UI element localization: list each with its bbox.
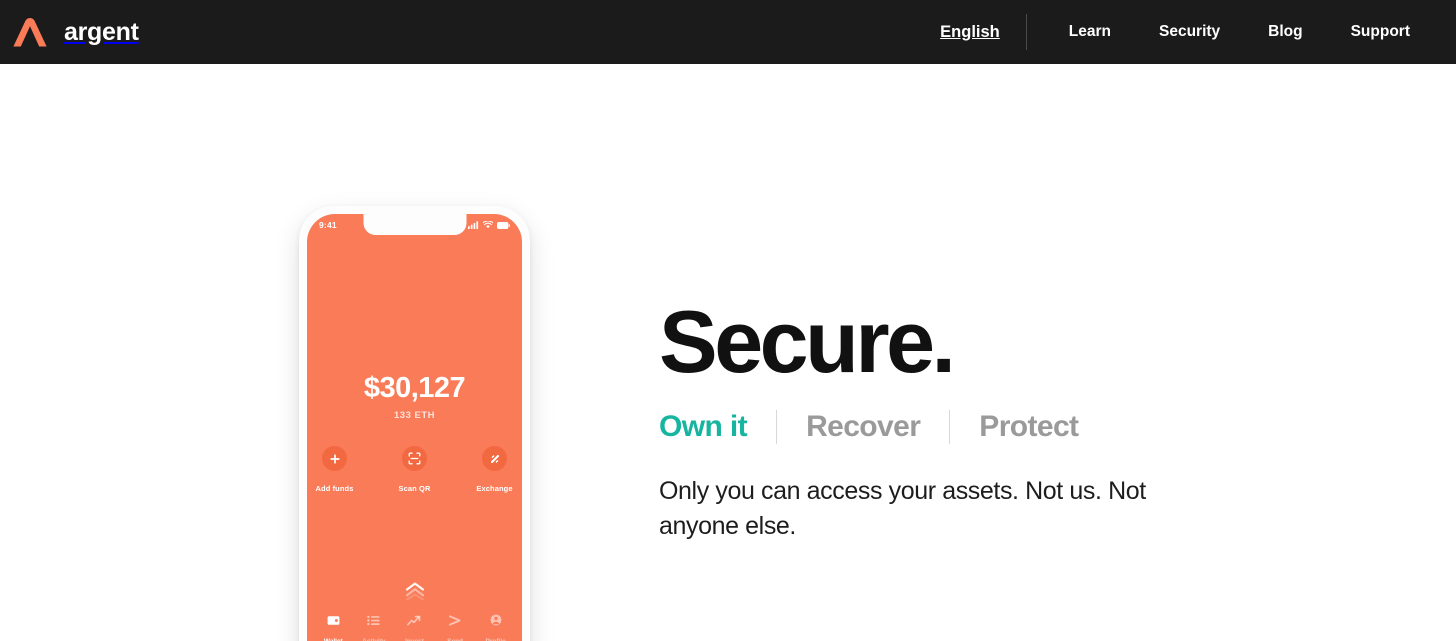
phone-tab-invest[interactable]: Invest: [394, 613, 434, 641]
hero-copy: Secure. Own it Recover Protect Only you …: [659, 292, 1299, 545]
phone-tab-send[interactable]: Send: [435, 613, 475, 641]
qr-scan-icon: [402, 446, 427, 471]
primary-nav: English Learn Security Blog Support: [914, 0, 1434, 64]
argent-chevron-logo-icon: [8, 12, 52, 52]
nav-link-security[interactable]: Security: [1135, 23, 1244, 41]
hero-description: Only you can access your assets. Not us.…: [659, 476, 1146, 541]
phone-tab-wallet[interactable]: Wallet: [313, 613, 353, 641]
wallet-balance: $30,127 133 ETH: [307, 372, 522, 422]
status-time: 9:41: [319, 220, 337, 230]
battery-icon: [497, 221, 510, 229]
list-icon: [354, 613, 394, 627]
phone-mockup: 9:41 $30,127 133 ETH Add funds Scan QR E…: [299, 206, 530, 641]
nav-link-blog[interactable]: Blog: [1244, 23, 1326, 41]
hero-section: 9:41 $30,127 133 ETH Add funds Scan QR E…: [0, 64, 1456, 641]
wallet-actions: Add funds Scan QR Exchange: [307, 446, 522, 496]
action-exchange-label: Exchange: [476, 484, 513, 493]
exchange-swap-icon: [482, 446, 507, 471]
action-add-funds-label: Add funds: [315, 484, 354, 493]
wallet-icon: [313, 613, 353, 627]
nav-link-support[interactable]: Support: [1327, 23, 1434, 41]
action-scan-qr-label: Scan QR: [398, 484, 431, 493]
action-exchange[interactable]: Exchange: [470, 446, 520, 496]
hero-tabs: Own it Recover Protect: [659, 409, 1299, 444]
balance-eth: 133 ETH: [394, 410, 435, 421]
trending-up-icon: [394, 613, 434, 627]
status-icons: [468, 221, 510, 229]
tab-divider-2: [949, 409, 951, 444]
phone-tab-profile[interactable]: Profile: [476, 613, 516, 641]
swipe-up-hint[interactable]: [307, 582, 522, 600]
language-selector[interactable]: English: [914, 23, 1026, 42]
brand-home-link[interactable]: argent: [8, 12, 139, 52]
nav-link-learn[interactable]: Learn: [1045, 23, 1135, 41]
tab-own-it[interactable]: Own it: [659, 410, 748, 444]
wifi-icon: [483, 221, 493, 229]
profile-avatar-icon: [476, 613, 516, 627]
site-header: argent English Learn Security Blog Suppo…: [0, 0, 1456, 64]
brand-name: argent: [64, 17, 139, 46]
nav-links: Learn Security Blog Support: [1027, 23, 1434, 41]
status-bar: 9:41: [307, 214, 522, 236]
action-add-funds[interactable]: Add funds: [310, 446, 360, 496]
signal-icon: [468, 221, 479, 229]
balance-amount: $30,127: [363, 372, 466, 404]
phone-frame: 9:41 $30,127 133 ETH Add funds Scan QR E…: [299, 206, 530, 641]
page-title: Secure.: [659, 292, 956, 391]
plus-icon: [322, 446, 347, 471]
double-chevron-up-icon: [405, 582, 424, 600]
tab-protect[interactable]: Protect: [979, 410, 1079, 444]
tab-divider-1: [776, 409, 778, 444]
action-scan-qr[interactable]: Scan QR: [390, 446, 440, 496]
phone-screen: 9:41 $30,127 133 ETH Add funds Scan QR E…: [307, 214, 522, 641]
tab-recover[interactable]: Recover: [806, 410, 921, 444]
send-arrow-icon: [435, 613, 475, 627]
phone-tab-activity[interactable]: Activity: [354, 613, 394, 641]
phone-tabbar: Wallet Activity: [307, 613, 522, 641]
